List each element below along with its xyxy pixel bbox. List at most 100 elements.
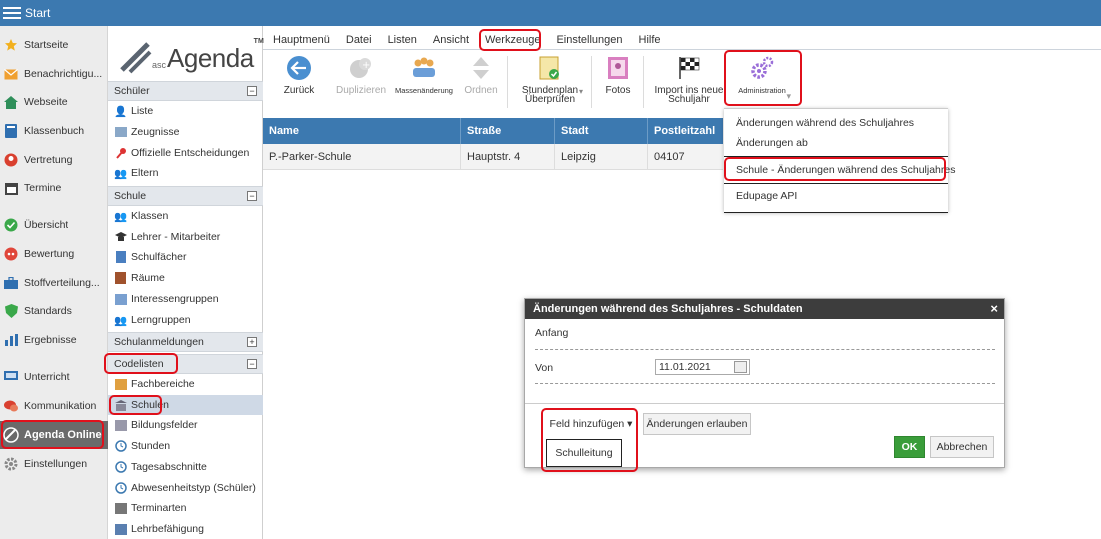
section-header-codelisten[interactable]: Codelisten − xyxy=(108,354,263,374)
ok-button[interactable]: OK xyxy=(894,436,925,458)
dropdown-item-schule-aenderungen[interactable]: Schule - Änderungen während des Schuljah… xyxy=(736,164,955,176)
sub-item-zeugnisse[interactable]: Zeugnisse xyxy=(108,122,263,142)
dropdown-item-edupage-api[interactable]: Edupage API xyxy=(736,190,797,202)
table-row[interactable]: P.-Parker-Schule Hauptstr. 4 Leipzig 041… xyxy=(263,144,723,170)
nav-item-uebersicht[interactable]: Übersicht xyxy=(0,211,108,239)
nav-item-stoffverteilung[interactable]: Stoffverteilung... xyxy=(0,269,108,297)
cell-strasse: Hauptstr. 4 xyxy=(461,144,555,169)
left-navigation: Startseite Benachrichtigu... Webseite Kl… xyxy=(0,26,108,539)
briefcase-icon xyxy=(3,276,19,290)
menu-datei[interactable]: Datei xyxy=(338,31,380,49)
sub-item-fachbereiche[interactable]: Fachbereiche xyxy=(108,374,263,394)
sub-item-lehrer[interactable]: Lehrer - Mitarbeiter xyxy=(108,227,263,247)
sub-item-interessengruppen[interactable]: Interessengruppen xyxy=(108,289,263,309)
nav-item-bewertung[interactable]: Bewertung xyxy=(0,240,108,268)
dropdown-item-aenderungen-schuljahr[interactable]: Änderungen während des Schuljahres xyxy=(736,117,914,129)
toolbar-separator xyxy=(643,56,644,108)
mass-change-button[interactable]: Massenänderung xyxy=(395,54,453,112)
nav-item-unterricht[interactable]: Unterricht xyxy=(0,363,108,391)
school-changes-dialog: Änderungen während des Schuljahres - Sch… xyxy=(524,298,1005,468)
dropdown-item-aenderungen-ab[interactable]: Änderungen ab xyxy=(736,137,808,149)
menu-hauptmenue[interactable]: Hauptmenü xyxy=(263,31,338,49)
sub-item-stunden[interactable]: Stunden xyxy=(108,436,263,456)
event-type-icon xyxy=(114,502,127,514)
expand-icon[interactable]: + xyxy=(247,337,257,347)
menu-ansicht[interactable]: Ansicht xyxy=(425,31,477,49)
back-arrow-icon xyxy=(285,54,313,82)
section-header-schulanmeldungen[interactable]: Schulanmeldungen + xyxy=(108,332,263,352)
collapse-icon[interactable]: − xyxy=(247,86,257,96)
hamburger-menu-icon[interactable] xyxy=(3,7,21,19)
sub-item-offizielle-entscheidungen[interactable]: Offizielle Entscheidungen xyxy=(108,143,263,163)
sub-item-schulfaecher[interactable]: Schulfächer xyxy=(108,247,263,267)
calendar-icon xyxy=(3,181,19,195)
section-header-schule[interactable]: Schule − xyxy=(108,186,263,206)
nav-item-webseite[interactable]: Webseite xyxy=(0,88,108,116)
sub-item-eltern[interactable]: 👥 Eltern xyxy=(108,163,263,183)
nav-item-vertretung[interactable]: Vertretung xyxy=(0,146,108,174)
sub-item-abwesenheitstyp[interactable]: Abwesenheitstyp (Schüler) xyxy=(108,478,263,498)
gears-icon xyxy=(748,54,776,82)
von-label: Von xyxy=(535,362,554,374)
menu-hilfe[interactable]: Hilfe xyxy=(631,31,669,49)
sub-item-bildungsfelder[interactable]: Bildungsfelder xyxy=(108,415,263,435)
nav-item-standards[interactable]: Standards xyxy=(0,297,108,325)
section-header-schueler[interactable]: Schüler − xyxy=(108,81,263,101)
import-new-year-button[interactable]: Import ins neue Schuljahr xyxy=(653,54,725,112)
nav-item-ergebnisse[interactable]: Ergebnisse xyxy=(0,326,108,354)
column-header-strasse[interactable]: Straße xyxy=(461,118,555,144)
column-header-postleitzahl[interactable]: Postleitzahl xyxy=(648,118,723,144)
cancel-button[interactable]: Abbrechen xyxy=(930,436,994,458)
nav-item-klassenbuch[interactable]: Klassenbuch xyxy=(0,117,108,145)
nav-item-benachrichtigungen[interactable]: Benachrichtigu... xyxy=(0,60,108,88)
menu-werkzeuge[interactable]: Werkzeuge xyxy=(477,31,548,49)
sub-item-lehrbefaehigung[interactable]: Lehrbefähigung xyxy=(108,519,263,539)
cell-name: P.-Parker-Schule xyxy=(263,144,461,169)
teacher-icon xyxy=(114,231,127,243)
school-building-icon xyxy=(114,399,127,411)
option-schulleitung[interactable]: Schulleitung xyxy=(546,439,622,467)
star-icon xyxy=(3,38,19,52)
sub-item-terminarten[interactable]: Terminarten xyxy=(108,498,263,518)
nav-item-agenda-online[interactable]: Agenda Online xyxy=(0,421,108,449)
book-icon xyxy=(3,124,19,138)
bar-chart-icon xyxy=(3,333,19,347)
toolbar-separator xyxy=(507,56,508,108)
collapse-icon[interactable]: − xyxy=(247,191,257,201)
menu-listen[interactable]: Listen xyxy=(380,31,425,49)
sub-item-schulen[interactable]: Schulen xyxy=(108,395,263,415)
dropdown-divider xyxy=(724,156,948,157)
sub-item-raeume[interactable]: Räume xyxy=(108,268,263,288)
nav-item-einstellungen[interactable]: Einstellungen xyxy=(0,450,108,478)
collapse-icon[interactable]: − xyxy=(247,359,257,369)
class-icon: 👥 xyxy=(113,210,128,223)
von-date-input[interactable]: 11.01.2021 xyxy=(655,359,750,375)
sub-item-tagesabschnitte[interactable]: Tagesabschnitte xyxy=(108,457,263,477)
nav-item-startseite[interactable]: Startseite xyxy=(0,31,108,59)
nav-item-kommunikation[interactable]: Kommunikation xyxy=(0,392,108,420)
sub-item-lerngruppen[interactable]: 👥 Lerngruppen xyxy=(108,310,263,330)
dropdown-divider xyxy=(724,212,948,213)
add-field-button[interactable]: Feld hinzufügen ▾ xyxy=(547,413,635,435)
sub-item-klassen[interactable]: 👥 Klassen xyxy=(108,206,263,226)
photos-button[interactable]: Fotos xyxy=(601,54,635,112)
sub-item-liste[interactable]: 👤 Liste xyxy=(108,101,263,121)
calendar-icon[interactable] xyxy=(734,361,747,373)
envelope-icon xyxy=(3,67,19,81)
column-header-name[interactable]: Name xyxy=(263,118,461,144)
order-button[interactable]: Ordnen xyxy=(463,54,499,112)
person-icon xyxy=(3,153,19,167)
administration-button[interactable]: Administration ▾ xyxy=(731,54,793,112)
close-icon[interactable]: × xyxy=(990,301,998,316)
timetable-check-icon xyxy=(536,54,564,82)
anfang-label: Anfang xyxy=(535,327,569,339)
timetable-check-button[interactable]: Stundenplan ▾ Überprüfen xyxy=(517,54,583,112)
back-button[interactable]: Zurück xyxy=(281,54,317,112)
parents-icon: 👥 xyxy=(113,167,128,180)
column-header-stadt[interactable]: Stadt xyxy=(555,118,648,144)
nav-item-termine[interactable]: Termine xyxy=(0,174,108,202)
dashed-divider xyxy=(535,349,995,350)
menu-einstellungen[interactable]: Einstellungen xyxy=(548,31,630,49)
allow-changes-button[interactable]: Änderungen erlauben xyxy=(643,413,751,435)
duplicate-button[interactable]: + Duplizieren xyxy=(335,54,387,112)
